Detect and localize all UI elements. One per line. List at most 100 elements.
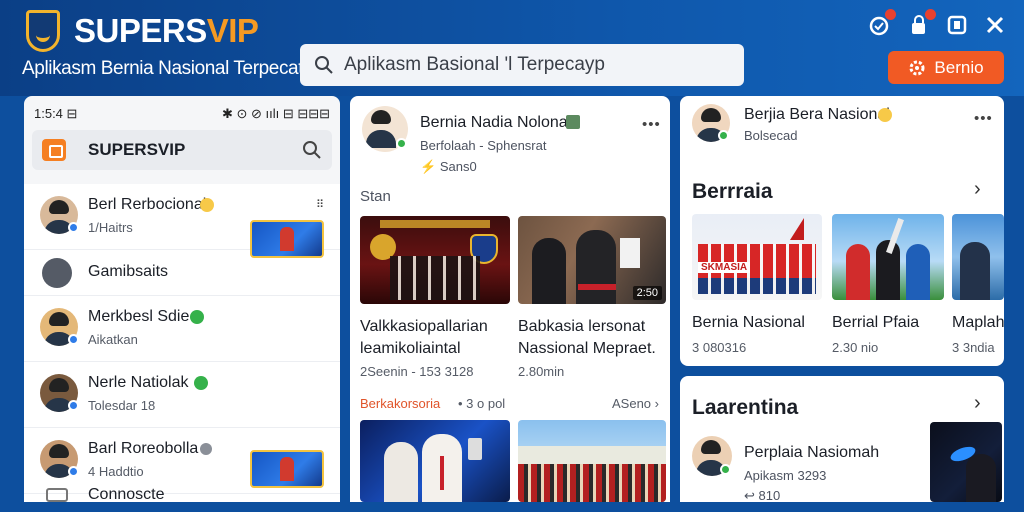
person-illustration — [960, 242, 990, 300]
alert-dot — [925, 9, 936, 20]
chat-list-title: SUPERSVIP — [88, 140, 186, 159]
news-card-title[interactable]: Babkasia lersonat Nassional Mepraet. — [518, 316, 666, 360]
search-bar[interactable] — [300, 44, 744, 86]
see-more-label: ASeno — [612, 396, 652, 411]
more-options-icon[interactable]: ⠿ — [316, 198, 325, 211]
chevron-right-icon: › — [654, 396, 660, 411]
video-duration: 2:50 — [632, 286, 662, 300]
building-illustration — [518, 446, 666, 464]
see-more-link[interactable]: ASeno › — [612, 396, 659, 411]
berita-button-label: Bernio — [934, 57, 984, 77]
list-item-title: Berl Rerbocional — [88, 196, 207, 213]
fire-icon: ⚡ — [420, 159, 437, 174]
news-card-title[interactable]: Maplah — [952, 312, 1004, 334]
news-card-title[interactable]: Valkkasiopallarian leamikoliaintal — [360, 316, 510, 360]
list-item-title: Barl Roreobolla — [88, 440, 199, 457]
list-item-title[interactable]: Perplaia Nasiomah — [744, 444, 879, 462]
logo-shield-icon — [26, 10, 60, 52]
post-author-subtitle: Bolsecad — [744, 128, 798, 143]
lock-alert-icon[interactable] — [906, 9, 936, 38]
contacts-icon — [46, 488, 68, 502]
post-author[interactable]: Berjia Bera Nasional — [744, 106, 890, 124]
list-item-subtitle: Apikasm 3293 — [744, 468, 827, 483]
post-meta: ⚡ Sans0 — [420, 159, 477, 175]
reply-icon: ↩ — [744, 488, 755, 503]
list-item-title: Connoscte — [88, 486, 165, 503]
more-options-icon[interactable]: ••• — [974, 110, 993, 127]
berita-button[interactable]: Bernio — [888, 51, 1004, 84]
app-badge-icon — [42, 139, 66, 161]
list-item-subtitle: 1/Haitrs — [88, 220, 133, 235]
news-card-meta: 3 3ndia — [952, 340, 995, 355]
list-item[interactable]: Berl Rerbocional 1/Haitrs ⠿ — [24, 184, 340, 258]
person-illustration — [532, 238, 566, 304]
tie-decoration — [440, 456, 444, 490]
list-item[interactable]: Connoscte — [24, 480, 340, 503]
list-item-subtitle: Aikatkan — [88, 332, 138, 347]
team-illustration — [698, 278, 816, 294]
list-item-title: Gamibsaits — [88, 263, 169, 280]
verified-badge-icon — [68, 400, 79, 411]
window-icon[interactable] — [944, 12, 970, 38]
news-image[interactable]: SKMASIA — [692, 214, 822, 300]
post-author-subtitle: Berfolaah - Sphensrat — [420, 138, 547, 153]
news-card-meta: 3 080316 — [692, 340, 747, 355]
news-card-title[interactable]: Berrial Pfaia — [832, 312, 919, 334]
verified-badge-icon — [68, 222, 79, 233]
person-illustration — [906, 244, 930, 300]
verified-badge-icon — [68, 334, 79, 345]
section-label: Stan — [360, 188, 391, 205]
flag-decoration — [790, 218, 804, 240]
chat-list-header[interactable]: SUPERSVIP — [32, 130, 332, 170]
close-icon[interactable] — [982, 12, 1008, 38]
top-bar: SUPERSVIP Aplikasm Bernia Nasional Terpe… — [0, 0, 1024, 96]
emoji-icon — [878, 108, 892, 122]
list-item-meta: ↩ 810 — [744, 488, 780, 504]
app-icon — [42, 258, 72, 288]
status-icons: ✱ ⊙ ⊘ ıılı ⊟ ⊟⊟⊟ — [221, 106, 330, 121]
sash-decoration — [578, 284, 616, 290]
post-author[interactable]: Bernia Nadia Nolonal — [420, 114, 571, 132]
phone-illustration — [468, 438, 482, 460]
verified-badge-icon — [720, 464, 731, 475]
news-image[interactable] — [360, 216, 510, 304]
section-title: Berrraia — [692, 180, 773, 203]
news-image[interactable] — [952, 214, 1004, 300]
brand-name[interactable]: SUPERSVIP — [74, 12, 259, 50]
list-item-title: Nerle Natiolak — [88, 374, 189, 391]
news-image[interactable] — [832, 214, 944, 300]
status-time: 1:5:4 ⊟ — [34, 106, 78, 121]
verified-badge-icon — [396, 138, 407, 149]
emoji-icon — [200, 198, 214, 212]
news-image[interactable] — [360, 420, 510, 502]
news-card-meta: 2.80min — [518, 364, 565, 379]
banner-decoration — [380, 220, 490, 228]
search-icon[interactable] — [302, 140, 322, 160]
list-item-subtitle: Tolesdar 18 — [88, 398, 156, 413]
crowd-illustration — [390, 256, 480, 300]
news-image[interactable] — [930, 422, 1002, 502]
more-options-icon[interactable]: ••• — [642, 116, 661, 133]
trending-meta: • 3 o pol — [458, 396, 506, 411]
status-icon — [190, 310, 204, 324]
post-meta-text: Sans0 — [439, 159, 477, 174]
image-badge: SKMASIA — [698, 262, 751, 273]
news-card-title[interactable]: Bernia Nasional — [692, 312, 805, 334]
trending-label[interactable]: Berkakorsoria — [360, 396, 440, 411]
latest-panel: Laarentina › Perplaia Nasiomah Apikasm 3… — [680, 376, 1004, 504]
person-illustration — [966, 454, 996, 502]
phone-status-bar: 1:5:4 ⊟ ✱ ⊙ ⊘ ıılı ⊟ ⊟⊟⊟ — [34, 106, 330, 124]
list-item[interactable]: Merkbesl Sdie Aikatkan — [24, 296, 340, 362]
news-image[interactable]: 2:50 — [518, 216, 666, 304]
list-item-meta-text: 810 — [758, 488, 781, 503]
notification-dot — [885, 9, 896, 20]
news-image[interactable] — [518, 420, 666, 502]
list-item[interactable]: Gamibsaits — [24, 250, 340, 296]
notification-bell-icon[interactable] — [866, 9, 896, 38]
list-item-title: Merkbesl Sdie — [88, 308, 190, 325]
list-item[interactable]: Nerle Natiolak Tolesdar 18 — [24, 362, 340, 428]
search-input[interactable] — [344, 54, 724, 76]
chevron-right-icon[interactable]: › — [974, 392, 981, 415]
chevron-right-icon[interactable]: › — [974, 178, 981, 201]
verified-badge-icon — [718, 130, 729, 141]
